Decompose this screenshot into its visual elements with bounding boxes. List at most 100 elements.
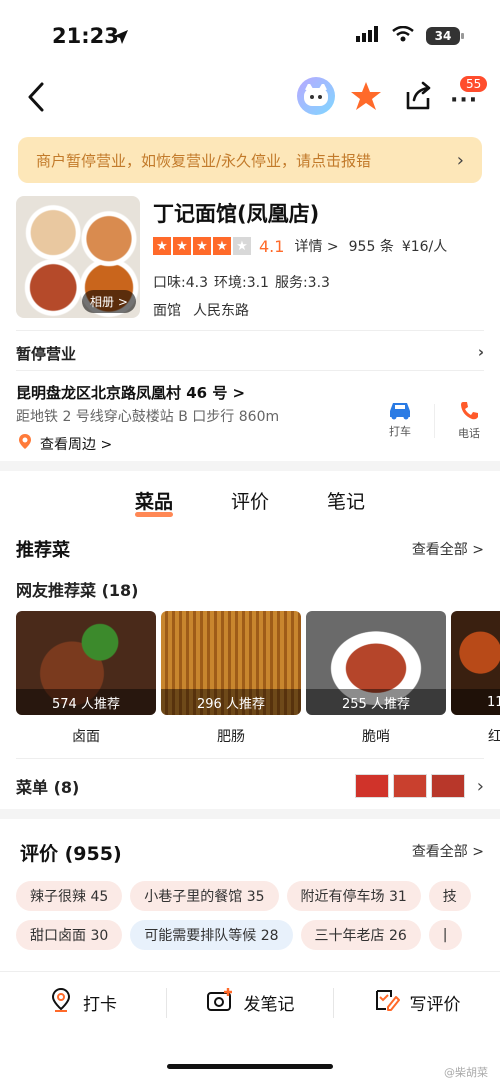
edit-review-icon [374,987,400,1018]
content-tabs: 菜品 评价 笔记 [0,487,500,517]
wifi-icon [392,25,414,46]
checkin-button[interactable]: 打卡 [0,972,166,1033]
menu-thumbnails: › [351,774,484,798]
tab-reviews[interactable]: 评价 [231,487,269,514]
dish-recommend-count: 255 人推荐 [306,689,446,715]
review-tag[interactable]: 小巷子里的餐馆 35 [130,881,279,911]
chevron-right-icon: › [476,775,484,797]
taxi-label: 打车 [389,425,411,438]
shop-name: 丁记面馆(凤凰店) [153,202,320,226]
subscores: 口味:4.3 环境:3.1 服务:3.3 [153,272,330,292]
back-button[interactable] [22,80,52,114]
assistant-avatar-icon[interactable] [297,77,335,115]
avg-price: ¥16/人 [401,239,448,255]
taxi-button[interactable]: 打车 [383,400,417,439]
dish-recommend-count: 574 人推荐 [16,689,156,715]
review-tag[interactable]: | [428,920,462,950]
review-tag[interactable]: 甜口卤面 30 [16,920,123,950]
reviews-title: 评价 (955) [20,843,122,865]
dish-name: 脆哨 [362,729,390,745]
notice-text: 商户暂停营业，如恢复营业/永久停业，请点击报错 [36,151,372,170]
subscore-taste: 口味:4.3 [153,275,208,291]
location-pin-icon [16,433,34,455]
section-gap [0,461,500,471]
battery-icon: 34 [426,27,464,45]
reviews-see-all[interactable]: 查看全部 > [412,841,484,861]
recommend-title: 推荐菜 [16,540,70,561]
review-tags-row-2: 甜口卤面 30 可能需要排队等候 28 三十年老店 26 | [16,920,462,950]
watermark: @柴胡菜 [444,1066,488,1079]
tab-notes[interactable]: 笔记 [327,487,365,514]
dish-recommend-count: 11 [451,689,500,715]
shop-area[interactable]: 人民东路 [193,300,249,320]
business-status-text: 暂停营业 [16,345,77,363]
menu-thumbnail [430,774,465,798]
menu-label: 菜单 (8) [16,778,80,797]
dish-card[interactable]: 11 [451,611,500,715]
subscore-service: 服务:3.3 [274,275,330,291]
status-time: 21:23 [52,24,119,48]
nearby-link[interactable]: 查看周边 > [16,433,112,455]
dish-name: 红 [488,729,500,745]
review-tag[interactable]: 三十年老店 26 [300,920,421,950]
review-count: 955 条 [348,239,394,255]
location-arrow-icon [112,28,130,50]
dish-card[interactable]: 574 人推荐 [16,611,156,715]
category-row: 面馆 人民东路 [153,300,249,320]
camera-plus-icon [206,987,234,1018]
closed-notice-banner[interactable]: 商户暂停营业，如恢复营业/永久停业，请点击报错 › [18,137,482,183]
star-icon: ★ [173,237,191,255]
detail-link[interactable]: 详情 > [294,236,338,256]
shop-category[interactable]: 面馆 [153,300,181,320]
recommend-subtitle: 网友推荐菜 (18) [16,581,139,600]
menu-row[interactable]: 菜单 (8) › [16,774,484,798]
dish-name: 卤面 [72,729,100,745]
star-icon: ★ [193,237,211,255]
home-indicator[interactable] [167,1064,333,1069]
post-note-button[interactable]: 发笔记 [167,972,333,1033]
recommend-see-all[interactable]: 查看全部 > [412,539,484,559]
section-gap [0,809,500,819]
review-tags-row-1: 辣子很辣 45 小巷子里的餐馆 35 附近有停车场 31 技 [16,881,471,911]
album-button[interactable]: 相册 > [82,290,136,313]
business-status-row[interactable]: 暂停营业 › [16,343,484,364]
nearby-label: 查看周边 > [40,437,113,453]
write-review-label: 写评价 [409,995,461,1015]
star-icon: ★ [213,237,231,255]
notification-badge: 55 [460,76,488,92]
divider [16,330,484,331]
dish-card[interactable]: 255 人推荐 [306,611,446,715]
review-tag[interactable]: 技 [428,881,471,911]
divider [16,370,484,371]
dish-card[interactable]: 296 人推荐 [161,611,301,715]
divider [16,758,484,759]
phone-label: 电话 [458,427,480,440]
star-icon: ★ [153,237,171,255]
review-tag[interactable]: 辣子很辣 45 [16,881,123,911]
dish-recommend-count: 296 人推荐 [161,689,301,715]
chevron-right-icon: › [456,149,464,171]
address-link[interactable]: 昆明盘龙区北京路凤凰村 46 号 > [16,382,245,403]
star-empty-icon: ★ [233,237,251,255]
separator [434,404,435,438]
write-review-button[interactable]: 写评价 [334,972,500,1033]
status-indicators: 34 [356,25,464,46]
bottom-action-bar: 打卡 发笔记 写评价 [0,971,500,1033]
phone-icon [458,402,480,425]
signal-icon [356,26,380,46]
rating-score: 4.1 [259,236,285,256]
location-pin-icon [49,987,73,1018]
chevron-right-icon: › [477,343,484,361]
checkin-label: 打卡 [83,995,117,1015]
tab-dishes[interactable]: 菜品 [134,487,173,517]
metro-distance: 距地铁 2 号线穿心鼓楼站 B 口步行 860m [16,409,280,425]
review-tag[interactable]: 附近有停车场 31 [286,881,421,911]
rating-row: ★ ★ ★ ★ ★ 4.1 详情 > 955 条 ¥16/人 [153,236,447,256]
phone-button[interactable]: 电话 [452,400,486,441]
post-note-label: 发笔记 [243,995,295,1015]
menu-thumbnail [392,774,427,798]
favorite-star-icon[interactable] [350,80,382,112]
review-tag[interactable]: 可能需要排队等候 28 [130,920,293,950]
share-icon[interactable] [402,80,434,112]
menu-thumbnail [354,774,389,798]
